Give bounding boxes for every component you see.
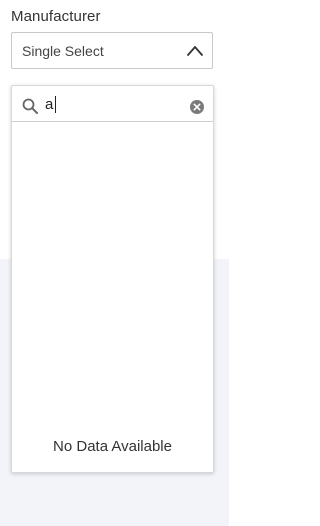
select-value: Single Select [22,43,104,59]
empty-message: No Data Available [53,438,172,455]
field-label: Manufacturer [11,8,101,25]
text-cursor [55,96,56,113]
dropdown-panel: No Data Available [11,85,214,473]
manufacturer-select[interactable]: Single Select [11,32,213,69]
page: Manufacturer Single Select No Data Avail… [0,0,229,526]
search-row [12,86,213,122]
clear-circle-icon[interactable] [190,100,204,114]
search-icon [22,98,38,114]
chevron-up-icon[interactable] [186,42,204,60]
search-input[interactable] [45,94,185,114]
